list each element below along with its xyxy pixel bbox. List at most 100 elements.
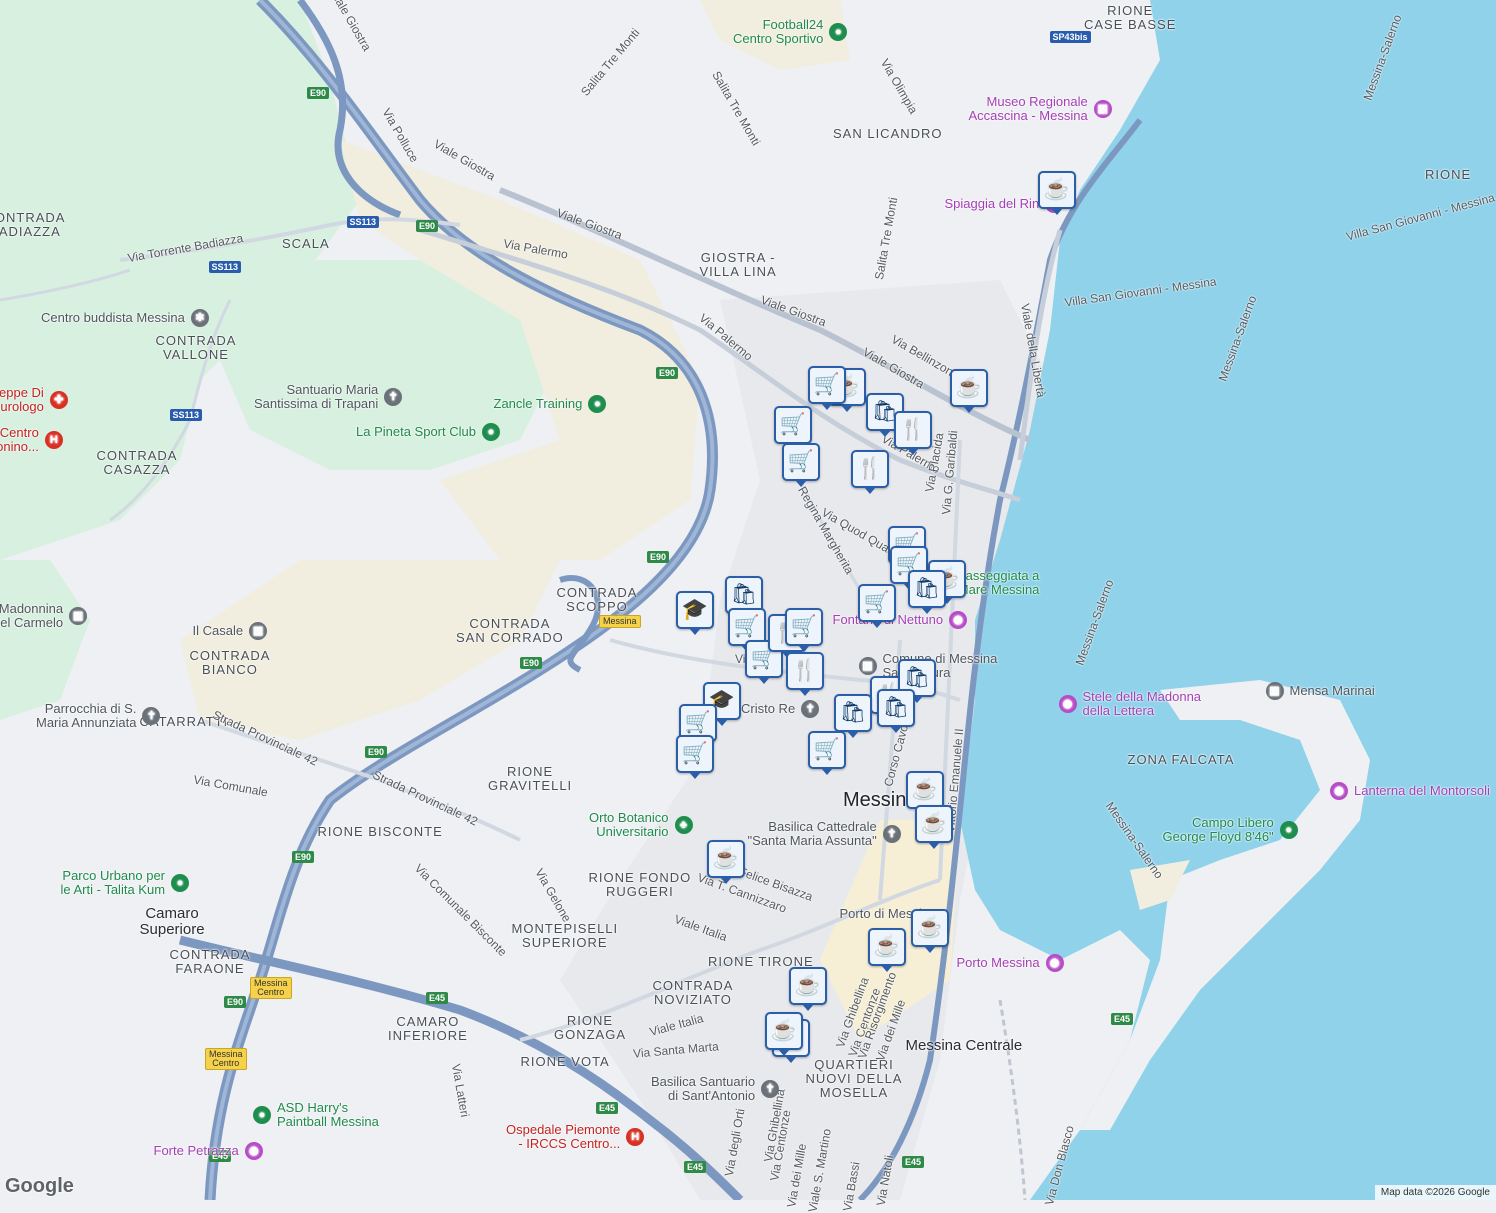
poi-mensa-marinai[interactable]: ▥ Mensa Marinai: [1265, 682, 1375, 700]
marker-cafe[interactable]: ☕: [789, 967, 827, 1011]
marker-shopping-cart[interactable]: 🛒: [782, 443, 820, 487]
marker-shopping-bag[interactable]: 🛍: [877, 689, 915, 733]
poi-lanterna-montorsoli[interactable]: ◉ Lanterna del Montorsoli: [1330, 782, 1490, 800]
poi-label-line: Passeggiata a: [957, 567, 1040, 583]
poi-football24[interactable]: Football24 Centro Sportivo ●: [733, 17, 848, 47]
purple-poi-pin-icon: ◉: [1045, 954, 1064, 972]
poi-asd-harrys[interactable]: ● ASD Harry's Paintball Messina: [253, 1100, 379, 1130]
poi-passeggiata[interactable]: Passeggiata a Mare Messina: [957, 567, 1040, 598]
area-label-line: RUGGERI: [606, 883, 674, 899]
poi-madonnina-carmelo[interactable]: Madonnina del Carmelo ▥: [0, 600, 88, 631]
marker-shopping-cart[interactable]: 🛒: [808, 731, 846, 775]
area-label-quartieri-nuovi: QUARTIERI NUOVI DELLA MOSELLA: [806, 1057, 903, 1101]
poi-centro-bonino[interactable]: S CentroBonino... H: [0, 425, 63, 455]
area-label-line: RIONE: [566, 1012, 614, 1028]
poi-label: S CentroBonino...: [0, 425, 39, 455]
poi-label-line: Madonnina: [0, 600, 64, 616]
marker-cafe[interactable]: ☕: [707, 840, 745, 884]
area-label-line: RIONE: [1107, 2, 1154, 18]
poi-label-line: Centro Sportivo: [733, 30, 824, 46]
marker-shopping-cart[interactable]: 🛒: [808, 366, 846, 410]
map-attribution[interactable]: Map data ©2026 Google: [1374, 1185, 1496, 1200]
marker-cafe[interactable]: ☕: [1038, 171, 1076, 215]
poi-la-pineta[interactable]: La Pineta Sport Club ●: [356, 423, 500, 441]
cafe-icon: ☕: [712, 847, 740, 870]
marker-restaurant[interactable]: 🍴: [786, 652, 824, 696]
marker-cafe[interactable]: ☕: [765, 1012, 803, 1056]
area-label-line: BIANCO: [202, 661, 258, 677]
poi-museo-accascina[interactable]: Museo Regionale Accascina - Messina ▥: [969, 94, 1112, 124]
area-label-scala: SCALA: [282, 236, 330, 251]
poi-santuario-trapani[interactable]: Santuario Maria Santissima di Trapani ✝: [254, 382, 403, 412]
area-label-line: NOVIZIATO: [654, 991, 732, 1007]
poi-orto-botanico[interactable]: Orto Botanico Universitario ♣: [589, 810, 693, 840]
marker-school[interactable]: 🎓: [676, 591, 714, 635]
marker-shopping-bag[interactable]: 🛍: [834, 694, 872, 738]
poi-cristo-re[interactable]: Cristo Re ✝: [741, 700, 820, 718]
cafe-icon: ☕: [1043, 178, 1071, 201]
marker-restaurant[interactable]: 🍴: [851, 450, 889, 494]
area-label-contrada-san-corrado: CONTRADA SAN CORRADO: [456, 615, 564, 646]
area-label-line: MONTEPISELLI: [511, 920, 619, 936]
poi-label-line: seppe Di: [0, 384, 44, 400]
gray-poi-pin-icon: ▥: [858, 656, 877, 675]
map-canvas[interactable]: RIONECASE BASSERIONECONTRADABADIAZZASCAL…: [0, 0, 1496, 1213]
poi-basilica-cattedrale[interactable]: Basilica Cattedrale "Santa Maria Assunta"…: [748, 818, 901, 849]
marker-cafe[interactable]: ☕: [868, 928, 906, 972]
area-label-contrada-scoppo: CONTRADA SCOPPO: [557, 585, 638, 615]
poi-il-casale[interactable]: Il Casale ▥: [193, 622, 268, 640]
green-poi-pin-icon: ●: [171, 873, 190, 892]
shopping-cart-icon: 🛒: [681, 742, 709, 765]
poi-fontana-nettuno[interactable]: Fontana di Nettuno◉: [833, 611, 968, 629]
road-shield-line: Centro: [212, 1057, 240, 1068]
red-poi-pin-icon: H: [44, 430, 63, 449]
poi-label-line: Ospedale Piemonte: [506, 1121, 621, 1137]
google-logo: Google: [5, 1175, 74, 1197]
marker-cafe[interactable]: ☕: [911, 909, 949, 953]
poi-campo-libero[interactable]: Campo Libero George Floyd 8'46" ●: [1163, 815, 1298, 845]
shopping-cart-icon: 🛒: [684, 711, 712, 734]
poi-centro-buddista[interactable]: Centro buddista Messina ✻: [41, 309, 209, 327]
poi-forte-petrazza[interactable]: Forte Petrazza ◉: [154, 1142, 263, 1160]
poi-zancle-training[interactable]: Zancle Training ●: [494, 395, 607, 413]
poi-giuseppe-neurologo[interactable]: seppe Dieurologo ✚: [0, 384, 68, 415]
marker-shopping-cart[interactable]: 🛒: [785, 608, 823, 652]
road-shield-e45-e: E45: [684, 1161, 707, 1173]
marker-shopping-bag[interactable]: 🛍: [908, 570, 946, 614]
purple-poi-pin-icon: ◉: [1058, 694, 1077, 713]
gray-poi-pin-icon: ▥: [1265, 682, 1284, 700]
area-label-line: SUPERIORE: [522, 934, 608, 950]
marker-restaurant[interactable]: 🍴: [894, 411, 932, 455]
gray-poi-pin-icon: ✝: [801, 700, 820, 718]
area-label-line: CONTRADA: [652, 977, 734, 993]
poi-stele-madonna[interactable]: ◉ Stele della Madonna della Lettera: [1058, 689, 1201, 719]
road-shield-e90-b: E90: [416, 220, 439, 232]
gray-poi-pin-icon: ▥: [249, 622, 268, 640]
poi-label-line: Basilica Cattedrale: [768, 818, 877, 834]
area-label-line: CONTRADA: [169, 946, 251, 962]
marker-shopping-cart[interactable]: 🛒: [774, 406, 812, 450]
poi-parrocchia-annunziata[interactable]: Parrocchia di S. Maria Annunziata ✝: [36, 701, 161, 731]
area-label-line: FARAONE: [175, 960, 245, 976]
poi-ospedale-piemonte[interactable]: Ospedale Piemonte - IRCCS Centro... H: [506, 1121, 645, 1152]
road-shield-e90-g: E90: [292, 851, 315, 863]
poi-parco-urbano[interactable]: Parco Urbano per le Arti - Talita Kum ●: [61, 868, 190, 898]
area-label-line: MOSELLA: [819, 1085, 889, 1101]
area-label-rione-fondo-ruggeri: RIONE FONDO RUGGERI: [588, 869, 692, 900]
poi-label: Cristo Re: [741, 701, 795, 716]
marker-shopping-cart[interactable]: 🛒: [676, 735, 714, 779]
cafe-icon: ☕: [794, 974, 822, 997]
poi-porto-messina[interactable]: Porto Messina ◉: [957, 954, 1064, 972]
poi-basilica-antonio[interactable]: Basilica Santuario di Sant'Antonio ✝: [651, 1074, 780, 1104]
area-label-line: RIONE FONDO: [588, 869, 692, 885]
cafe-icon: ☕: [770, 1019, 798, 1042]
marker-cafe[interactable]: ☕: [915, 805, 953, 849]
area-label-line: CONTRADA: [469, 615, 551, 631]
railway: [998, 999, 1027, 1201]
marker-cafe[interactable]: ☕: [906, 771, 944, 815]
marker-cafe[interactable]: ☕: [950, 369, 988, 413]
marker-shopping-cart[interactable]: 🛒: [858, 584, 896, 628]
area-label-camaro-inferiore: CAMARO INFERIORE: [388, 1014, 468, 1044]
area-label-rione-right: RIONE: [1425, 167, 1471, 182]
road-shield-e45-a: E45: [426, 992, 449, 1004]
